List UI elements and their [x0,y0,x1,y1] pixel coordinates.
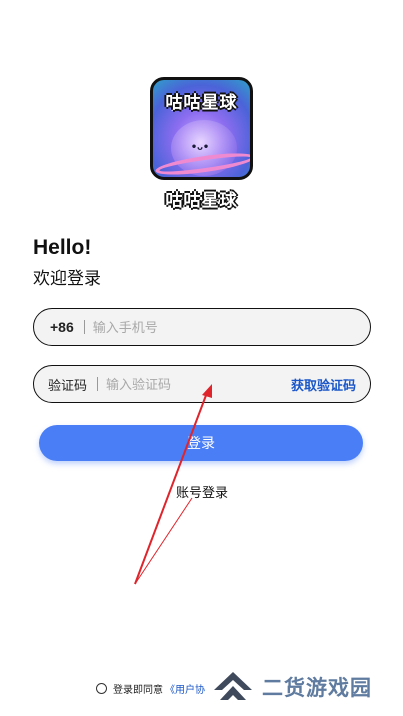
account-login-link[interactable]: 账号登录 [160,482,244,501]
app-logo-image: •ᴗ• 咕咕星球 [150,77,253,180]
watermark-logo-icon [214,672,252,700]
logo-title: 咕咕星球 [165,93,238,113]
planet-face: •ᴗ• [191,142,210,153]
get-code-button[interactable]: 获取验证码 [291,375,356,394]
greeting-hello: Hello! [33,236,92,259]
phone-input[interactable] [92,319,356,335]
country-code[interactable]: +86 [48,319,84,335]
code-input[interactable] [106,376,291,392]
agreement-row: 登录即同意 《用户协 [96,681,205,696]
app-logo: •ᴗ• 咕咕星球 [150,77,253,180]
watermark: 二货游戏园 [212,670,372,704]
agreement-text: 登录即同意 [113,685,163,696]
code-label: 验证码 [48,377,88,393]
code-field[interactable]: 验证码 获取验证码 [33,365,371,403]
agree-radio[interactable] [96,683,107,694]
watermark-text: 二货游戏园 [262,676,372,700]
phone-field[interactable]: +86 [33,308,371,346]
login-button[interactable]: 登录 [39,425,363,461]
app-name: 咕咕星球 [165,191,238,211]
greeting-welcome: 欢迎登录 [33,269,101,288]
field-divider [97,377,99,391]
user-agreement-link[interactable]: 《用户协 [165,681,205,696]
field-divider [83,320,85,334]
